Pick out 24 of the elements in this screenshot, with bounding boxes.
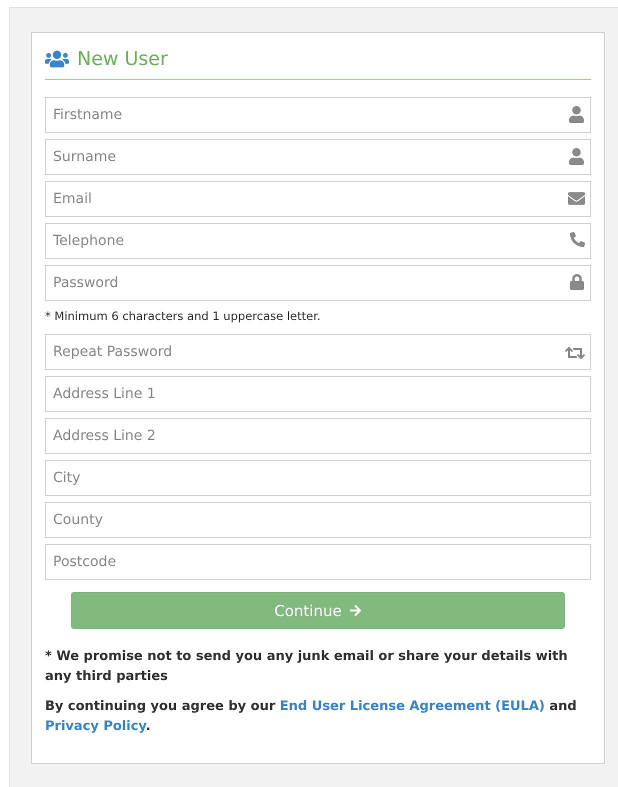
password-hint: * Minimum 6 characters and 1 uppercase letter. <box>45 309 322 323</box>
input-field[interactable]: Repeat Password <box>45 334 591 370</box>
input-field[interactable]: Surname <box>45 139 591 175</box>
lock-icon <box>569 274 585 290</box>
agreement-text: By continuing you agree by our End User License Agreement (EULA) and Privacy Policy. <box>45 698 578 736</box>
person-icon <box>568 148 585 165</box>
envelope-icon <box>568 190 585 207</box>
input-field[interactable]: Address Line 2 <box>45 418 591 454</box>
policy-link[interactable]: End User License Agreement (EULA) <box>280 699 545 714</box>
input-field[interactable]: County <box>45 502 591 538</box>
input-field[interactable]: Email <box>45 181 591 217</box>
input-field[interactable]: Postcode <box>45 544 591 580</box>
input-field[interactable]: Firstname <box>45 97 591 133</box>
input-field[interactable]: City <box>45 460 591 496</box>
continue-button[interactable]: Continue <box>71 592 565 629</box>
input-field[interactable]: Telephone <box>45 223 591 259</box>
input-field[interactable]: Address Line 1 <box>45 376 591 412</box>
person-icon <box>568 106 585 123</box>
phone-icon <box>570 232 585 247</box>
form-title: New User <box>77 48 168 70</box>
input-field[interactable]: Password <box>45 265 591 301</box>
policy-link[interactable]: Privacy Policy <box>45 719 146 734</box>
arrow-icon <box>348 604 362 617</box>
privacy-notice: * We promise not to send you any junk email or share your details with any third parties <box>45 648 569 686</box>
